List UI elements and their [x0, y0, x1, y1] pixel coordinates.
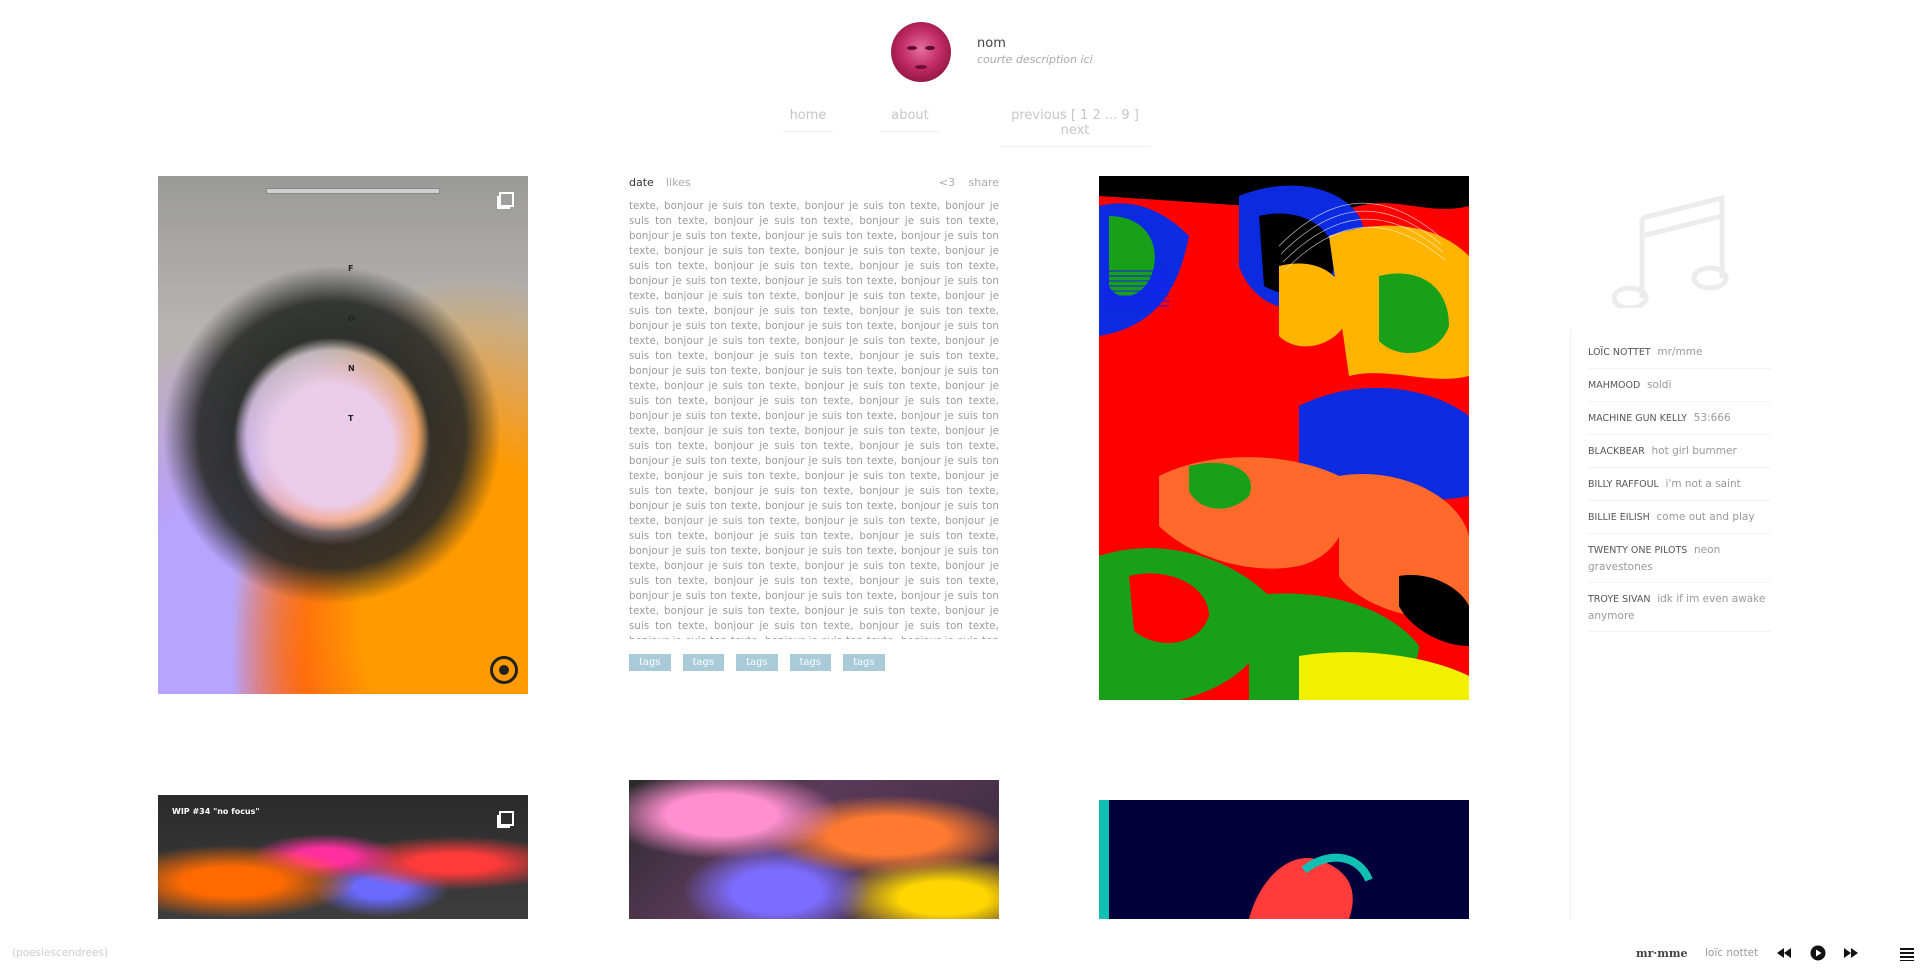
playlist-song: come out and play — [1656, 511, 1755, 523]
sidebar-divider — [1570, 330, 1571, 920]
playlist-artist: BILLY RAFFOUL — [1588, 479, 1659, 490]
playlist-artist: TWENTY ONE PILOTS — [1588, 545, 1688, 556]
fast-forward-icon[interactable] — [1843, 945, 1859, 961]
rewind-icon[interactable] — [1776, 945, 1792, 961]
playlist-artist: MAHMOOD — [1588, 380, 1641, 391]
playlist-item[interactable]: MAHMOOD soldi — [1588, 375, 1771, 402]
poster-logo-icon — [490, 656, 518, 684]
menu-icon[interactable] — [1900, 947, 1914, 961]
playlist-artist: TROYE SIVAN — [1588, 594, 1651, 605]
avatar-mouth — [915, 65, 927, 69]
now-playing-artist: loïc nottet — [1705, 947, 1759, 959]
nav-about-link[interactable]: about — [880, 108, 940, 132]
avatar-eye-right — [925, 46, 935, 50]
image-post-3[interactable] — [1099, 176, 1469, 700]
playlist-artist: BLACKBEAR — [1588, 446, 1645, 457]
image-post-4[interactable]: WIP #34 "no focus" — [158, 795, 528, 919]
poster-letter: O — [348, 314, 355, 323]
now-playing-title: mr·mme — [1636, 947, 1688, 960]
image-post-5[interactable] — [629, 780, 999, 919]
like-button[interactable]: <3 — [939, 176, 955, 189]
playlist-item[interactable]: BILLIE EILISH come out and play — [1588, 507, 1771, 534]
playlist-item[interactable]: BILLY RAFFOUL i'm not a saint — [1588, 474, 1771, 501]
playlist-item[interactable]: MACHINE GUN KELLY 53:666 — [1588, 408, 1771, 435]
post-likes-link[interactable]: likes — [666, 176, 691, 189]
blog-watermark-link[interactable]: (poesiescendrees) — [12, 947, 108, 959]
playlist-song: hot girl bummer — [1651, 445, 1737, 457]
playlist-artist: LOÏC NOTTET — [1588, 347, 1651, 358]
play-icon[interactable] — [1810, 945, 1826, 961]
playlist-song: mr/mme — [1657, 346, 1703, 358]
playlist: LOÏC NOTTET mr/mme MAHMOOD soldi MACHINE… — [1588, 342, 1771, 638]
post-body-text: texte, bonjour je suis ton texte, bonjou… — [629, 201, 999, 639]
tag-link[interactable]: tags — [789, 654, 832, 671]
blog-description: courte description ici — [977, 53, 1093, 66]
pagination[interactable]: previous [ 1 2 ... 9 ] next — [1000, 108, 1150, 147]
gallery-icon — [499, 811, 514, 826]
figure-artwork — [1249, 853, 1373, 919]
text-post: date likes <3 share texte, bonjour je su… — [629, 176, 999, 671]
avatar-eye-left — [907, 46, 917, 50]
image-caption: WIP #34 "no focus" — [172, 807, 260, 816]
gallery-icon — [499, 192, 514, 207]
playlist-song: 53:666 — [1693, 412, 1731, 424]
post-meta: date likes <3 share — [629, 176, 999, 192]
post-date-link[interactable]: date — [629, 176, 654, 189]
playlist-item[interactable]: LOÏC NOTTET mr/mme — [1588, 342, 1771, 369]
playlist-artist: BILLIE EILISH — [1588, 512, 1650, 523]
playlist-item[interactable]: TWENTY ONE PILOTS neon gravestones — [1588, 540, 1771, 583]
tag-link[interactable]: tags — [629, 654, 671, 671]
poster-letter: F — [348, 264, 354, 273]
blog-name: nom — [977, 36, 1006, 51]
abstract-artwork — [1099, 176, 1469, 700]
playlist-item[interactable]: BLACKBEAR hot girl bummer — [1588, 441, 1771, 468]
poster-letter: N — [348, 364, 355, 373]
tag-link[interactable]: tags — [682, 654, 725, 671]
tag-list: tags tags tags tags tags — [629, 654, 999, 671]
image-post-1[interactable]: F O N T — [158, 176, 528, 694]
playlist-artist: MACHINE GUN KELLY — [1588, 413, 1688, 424]
tag-link[interactable]: tags — [736, 654, 778, 671]
playlist-song: soldi — [1647, 379, 1672, 391]
playlist-item[interactable]: TROYE SIVAN idk if im even awake anymore — [1588, 589, 1771, 632]
share-button[interactable]: share — [969, 176, 1000, 189]
image-caption-strip — [266, 188, 440, 194]
image-post-6[interactable] — [1099, 800, 1469, 919]
poster-letter: T — [348, 414, 354, 423]
tag-link[interactable]: tags — [843, 654, 885, 671]
avatar[interactable] — [891, 22, 951, 82]
nav-home-link[interactable]: home — [783, 108, 833, 132]
music-note-icon — [1612, 194, 1729, 308]
playlist-song: i'm not a saint — [1665, 478, 1741, 490]
